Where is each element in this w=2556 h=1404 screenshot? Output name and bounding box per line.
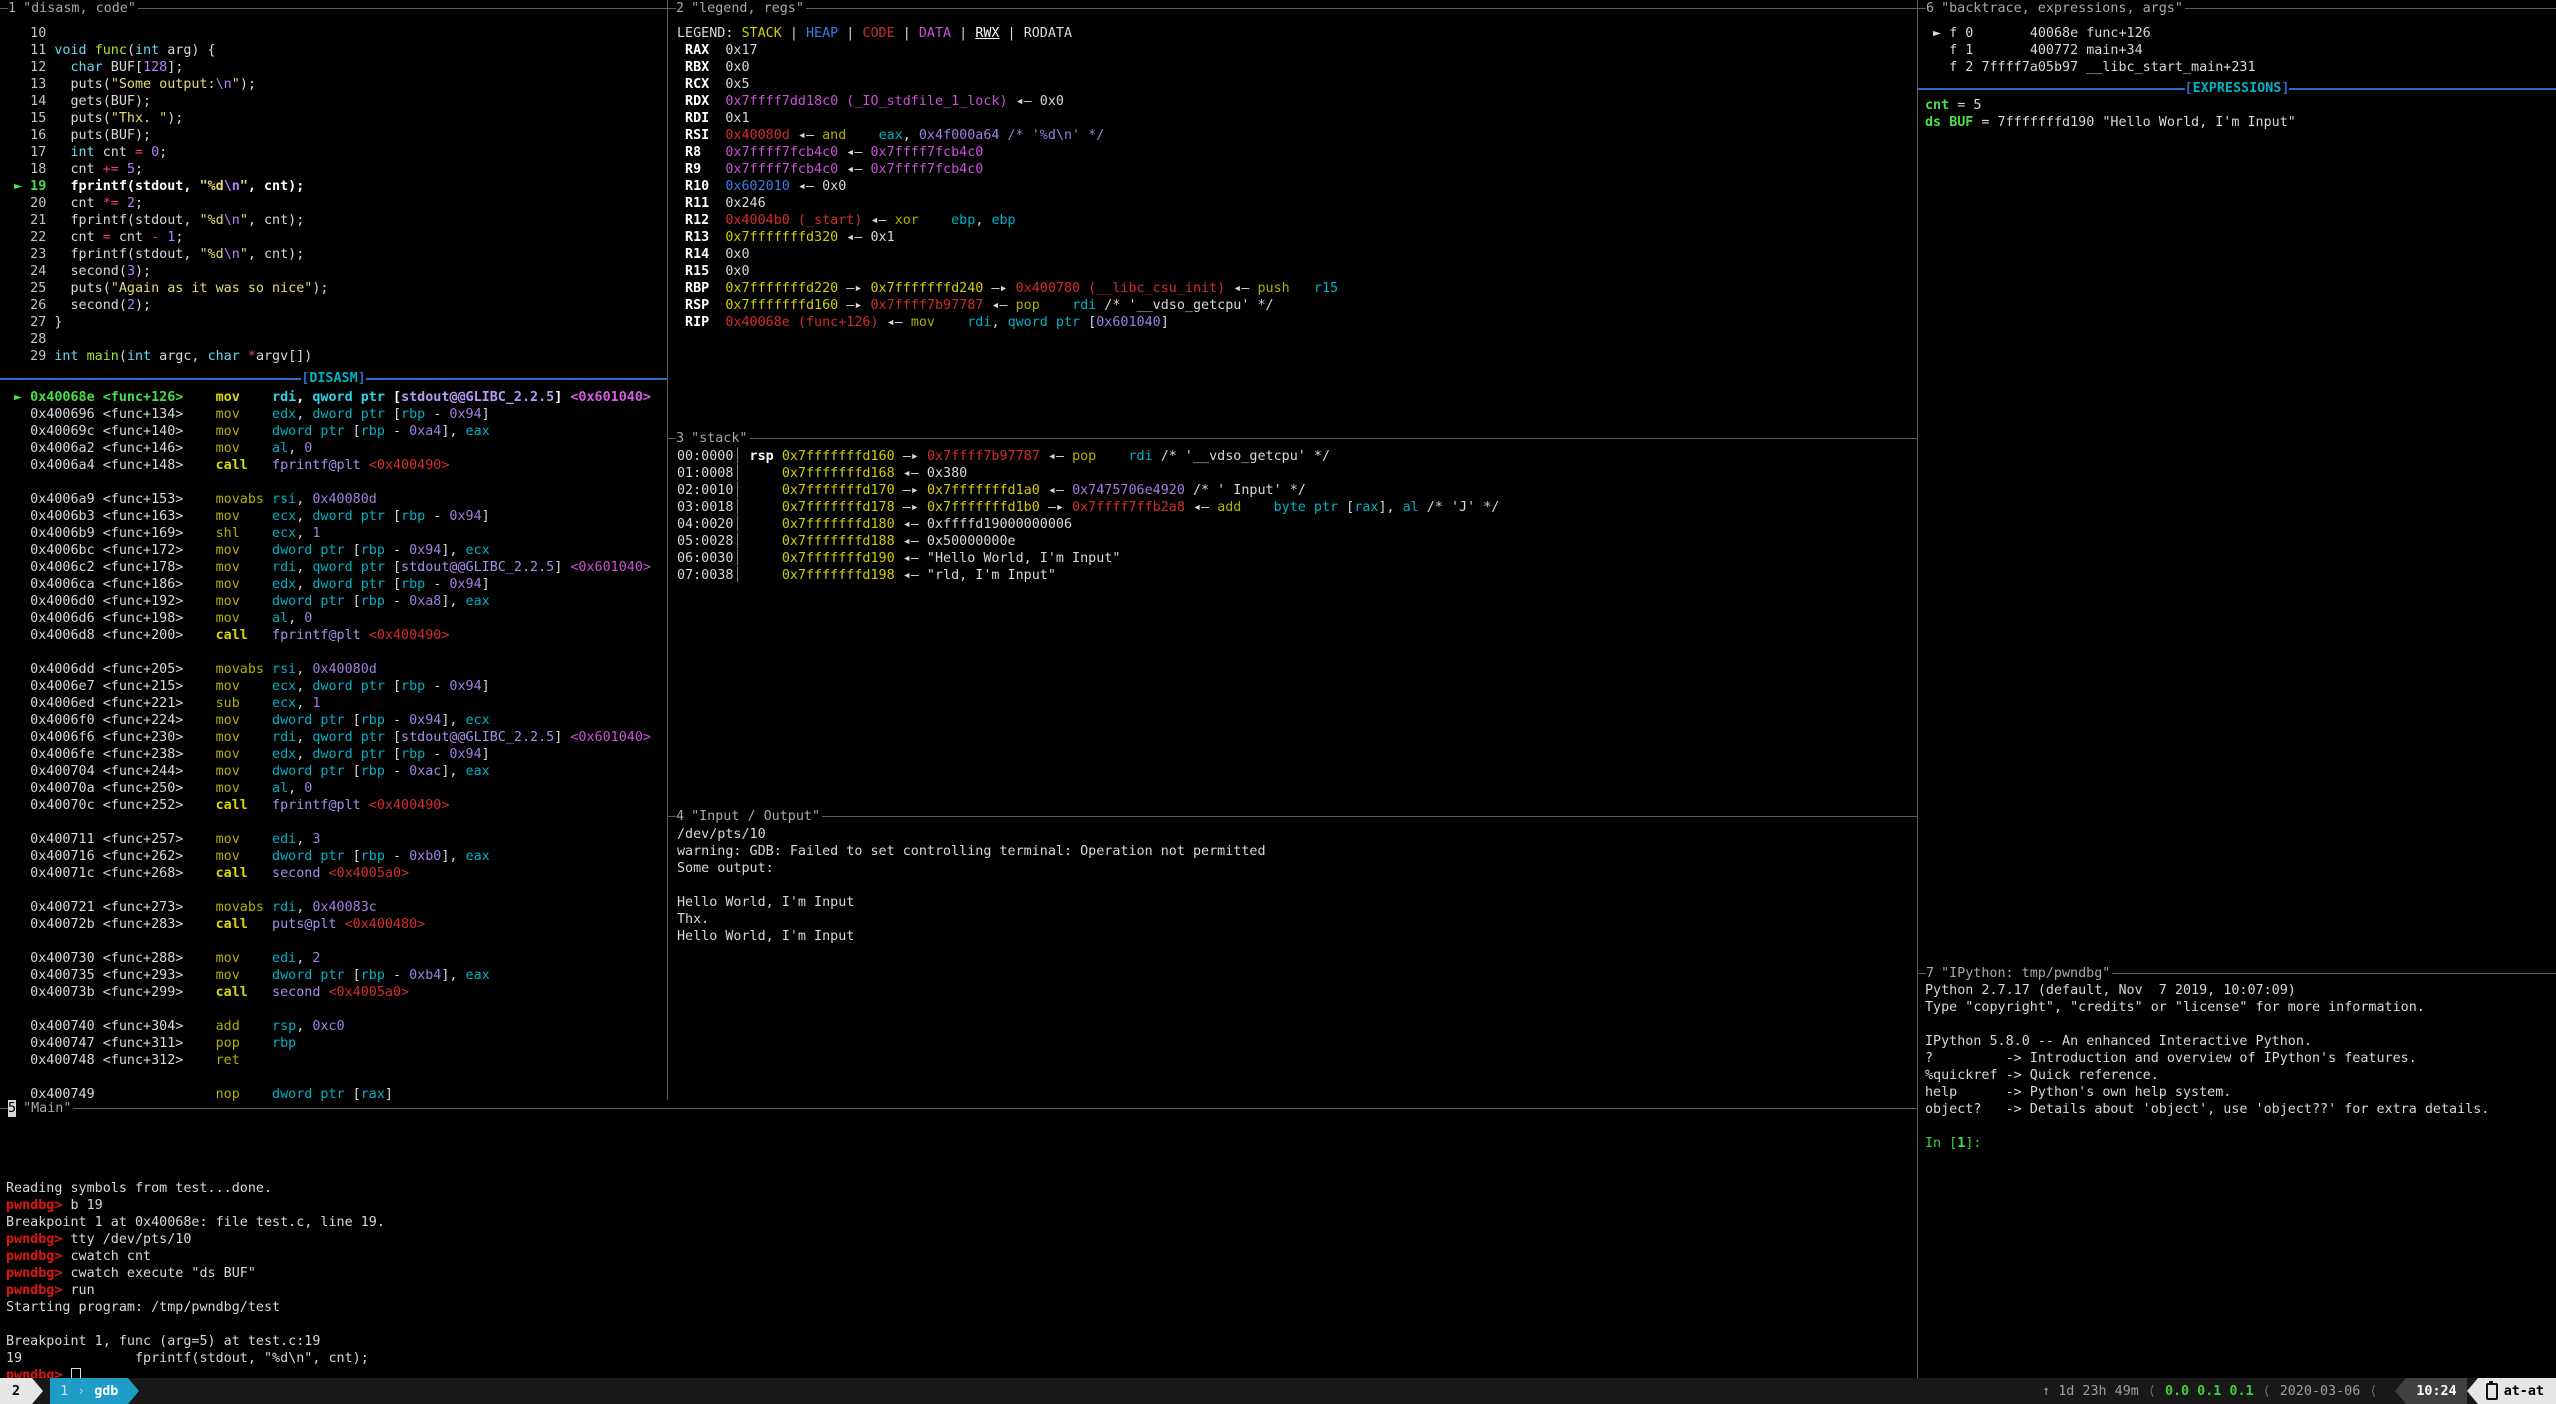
divider-bracket: ]: [2281, 80, 2289, 97]
session-number: 2: [12, 1383, 20, 1400]
gdb-console: Reading symbols from test...done.pwndbg>…: [6, 1180, 385, 1384]
powerline-separator: [2395, 1378, 2406, 1404]
stack-listing: 00:0000│ rsp 0x7fffffffd160 —▸ 0x7ffff7b…: [677, 448, 1499, 584]
divider-bracket: [: [301, 370, 309, 387]
window-item-gdb[interactable]: 1 › gdb: [50, 1378, 128, 1404]
pane-index: 2: [676, 0, 684, 17]
source-code-listing: 10 11 void func(int arg) { 12 char BUF[1…: [6, 25, 328, 365]
disasm-section-divider: [ DISASM ]: [0, 370, 667, 387]
pane-title-legend-regs: 2 "legend, regs": [668, 0, 1917, 17]
ipython-console: Python 2.7.17 (default, Nov 7 2019, 10:0…: [1925, 982, 2489, 1152]
hostname-segment: at-at: [2478, 1378, 2556, 1404]
divider-label: DISASM: [309, 370, 357, 387]
angle-separator-icon: ⟨: [2360, 1383, 2386, 1400]
backtrace-listing: ► f 0 40068e func+126 f 1 400772 main+34…: [1925, 25, 2256, 76]
angle-separator-icon: ⟨: [2254, 1383, 2280, 1400]
expressions-section-divider: [ EXPRESSIONS ]: [1918, 80, 2556, 97]
pane-title-input-output: 4 "Input / Output": [668, 808, 1917, 825]
angle-separator-icon: ⟨: [2139, 1383, 2165, 1400]
pane-title-backtrace: 6 "backtrace, expressions, args": [1918, 0, 2556, 17]
divider-bracket: [: [2185, 80, 2193, 97]
powerline-separator: [2467, 1378, 2478, 1404]
pane-title-stack: 3 "stack": [668, 430, 1917, 447]
status-right: ↑ 1d 23h 49m ⟨ 0.0 0.1 0.1 ⟨ 2020-03-06 …: [2042, 1378, 2556, 1404]
load-average: 0.0 0.1 0.1: [2165, 1383, 2254, 1400]
expressions-listing: cnt = 5ds BUF = 7fffffffd190 "Hello Worl…: [1925, 97, 2296, 131]
clock-display: 10:24: [2406, 1378, 2466, 1404]
pane-index: 7: [1926, 965, 1934, 982]
window-index: 1: [60, 1383, 68, 1400]
window-separator-icon: ›: [77, 1383, 85, 1400]
pane-title-text: "backtrace, expressions, args": [1941, 0, 2183, 17]
window-name: gdb: [94, 1383, 118, 1400]
divider-bracket: ]: [358, 370, 366, 387]
pane-title-text: "legend, regs": [691, 0, 804, 17]
registers-listing: LEGEND: STACK | HEAP | CODE | DATA | RWX…: [677, 25, 1338, 331]
session-indicator[interactable]: 2: [0, 1378, 32, 1404]
vertical-pane-border-left[interactable]: [667, 0, 668, 1100]
pane-title-text: "IPython: tmp/pwndbg": [1941, 965, 2110, 982]
program-output: /dev/pts/10warning: GDB: Failed to set c…: [677, 826, 1266, 945]
pane-index: 3: [676, 430, 684, 447]
tmux-status-bar: 2 1 › gdb ↑ 1d 23h 49m ⟨ 0.0 0.1 0.1 ⟨ 2…: [0, 1378, 2556, 1404]
date-display: 2020-03-06: [2280, 1383, 2361, 1400]
powerline-separator: [128, 1378, 139, 1404]
uptime-indicator: ↑ 1d 23h 49m: [2042, 1383, 2139, 1400]
pane-title-ipython: 7 "IPython: tmp/pwndbg": [1918, 965, 2556, 982]
pane-index: 1: [8, 0, 16, 17]
powerline-separator: [32, 1378, 43, 1404]
pane-title-text: "Input / Output": [691, 808, 820, 825]
disassembly-listing: ► 0x40068e <func+126> mov rdi, qword ptr…: [6, 389, 651, 1103]
pane-index: 4: [676, 808, 684, 825]
pane-title-text: "stack": [691, 430, 747, 447]
pane-index: 6: [1926, 0, 1934, 17]
vertical-pane-border-right[interactable]: [1917, 0, 1918, 1378]
tmux-terminal-screen: 1 "disasm, code" 2 "legend, regs" 6 "backtr…: [0, 0, 2556, 1404]
pane-title-disasm-code: 1 "disasm, code": [0, 0, 667, 17]
pane-title-text: "disasm, code": [23, 0, 136, 17]
battery-icon: [2486, 1383, 2498, 1400]
hostname: at-at: [2504, 1383, 2544, 1400]
divider-label: EXPRESSIONS: [2193, 80, 2282, 97]
